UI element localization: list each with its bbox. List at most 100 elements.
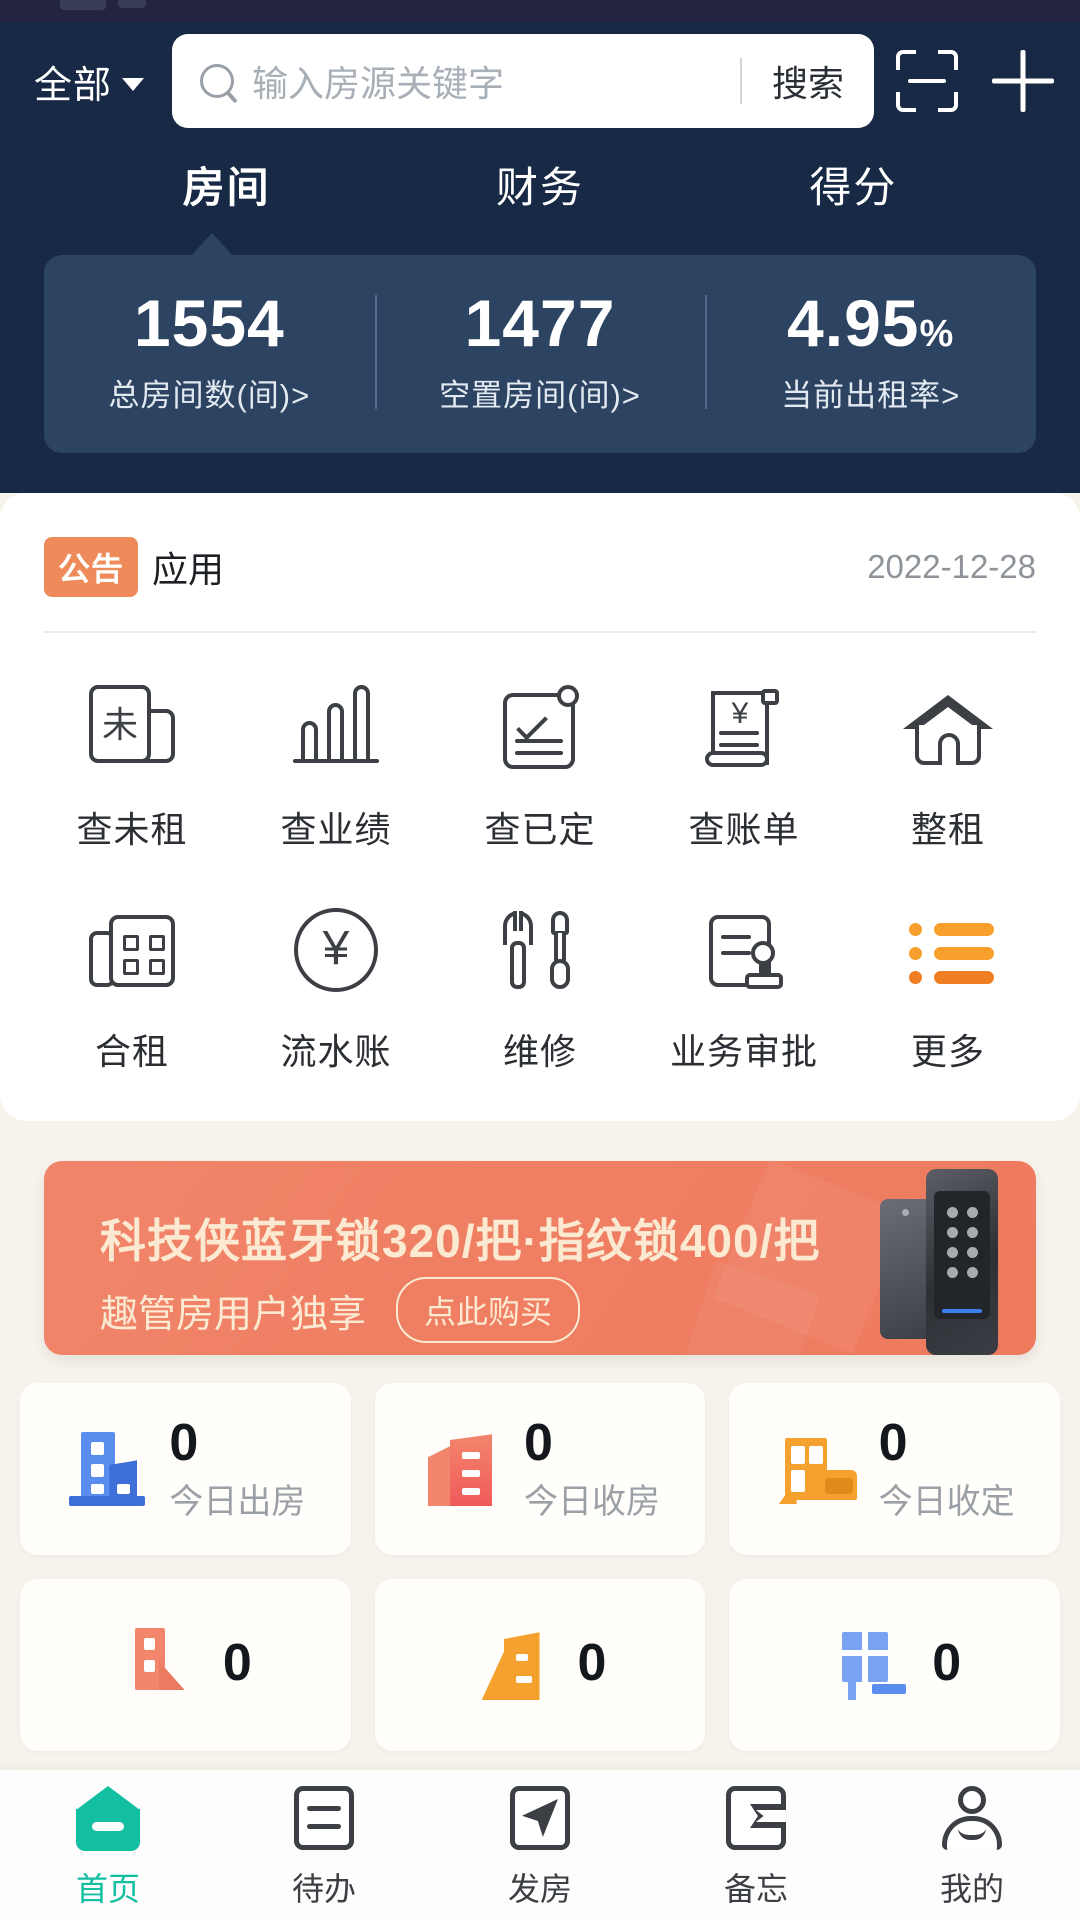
stat-label: 空置房间(间)> (439, 378, 641, 414)
shared-building-icon (85, 903, 179, 997)
app-item-bills[interactable]: ¥ 查账单 (642, 681, 846, 853)
smart-lock-image (880, 1169, 998, 1356)
app-header: 全部 输入房源关键字 搜索 房间 财务 得分 1554 总房间数(间)> 147… (0, 22, 1080, 494)
todo-list-icon (288, 1782, 360, 1854)
app-item-unrented[interactable]: 未 查未租 (30, 681, 234, 853)
bar-chart-icon (289, 681, 383, 775)
card-value: 0 (523, 1413, 553, 1472)
nav-item-publish[interactable]: 发房 (440, 1782, 640, 1910)
more-list-icon (901, 903, 995, 997)
bill-scroll-icon: ¥ (697, 681, 791, 775)
card-value: 0 (932, 1634, 962, 1692)
stat-card-deposit[interactable]: 0 今日收定 (729, 1383, 1060, 1556)
stat-total-rooms[interactable]: 1554 总房间数(间)> (44, 286, 375, 415)
stat-value: 4.95 (787, 286, 920, 360)
card-value: 0 (577, 1634, 607, 1692)
stats-pointer (190, 233, 234, 257)
app-label: 查未租 (76, 809, 188, 851)
app-label: 合租 (94, 1031, 169, 1073)
nav-item-home[interactable]: 首页 (8, 1782, 208, 1910)
status-bar (0, 0, 1080, 22)
card-value: 0 (878, 1413, 908, 1472)
app-grid: 未 查未租 查业绩 查已定 ¥ 查账单 整租 合租 ¥ 流水账 维修 业务审批 … (0, 633, 1080, 1075)
stats-panel: 1554 总房间数(间)> 1477 空置房间(间)> 4.95% 当前出租率> (44, 255, 1036, 454)
apps-card: 公告 应用 2022-12-28 未 查未租 查业绩 查已定 ¥ 查账单 整租 … (0, 493, 1080, 1122)
building-red-icon (420, 1426, 506, 1512)
stat-suffix: % (919, 313, 955, 355)
filter-label: 全部 (34, 64, 113, 107)
card-label: 今日收房 (523, 1483, 660, 1522)
nav-item-todo[interactable]: 待办 (224, 1782, 424, 1910)
stat-card-row2-2[interactable]: 0 (374, 1579, 706, 1752)
nav-label: 待办 (291, 1871, 356, 1907)
search-button[interactable]: 搜索 (742, 55, 874, 107)
top-bar: 全部 输入房源关键字 搜索 (0, 22, 1080, 140)
stat-occupancy-rate[interactable]: 4.95% 当前出租率> (705, 286, 1036, 415)
search-input[interactable]: 输入房源关键字 (234, 55, 740, 107)
app-label: 查业绩 (280, 809, 392, 851)
card-value: 0 (169, 1413, 199, 1472)
promo-banner-wrap: 科技侠蓝牙锁320/把·指纹锁400/把 趣管房用户独享 点此购买 (0, 1121, 1080, 1356)
stat-value: 1554 (133, 286, 285, 360)
building-sofa-orange-icon (775, 1426, 861, 1512)
announcement-badge: 公告 (44, 537, 139, 598)
banner-subtitle: 趣管房用户独享 (100, 1293, 367, 1336)
bottom-navigation: 首页 待办 发房 备忘 我的 (0, 1770, 1080, 1920)
promo-banner[interactable]: 科技侠蓝牙锁320/把·指纹锁400/把 趣管房用户独享 点此购买 (44, 1161, 1036, 1356)
add-button[interactable] (992, 50, 1054, 112)
tab-rooms[interactable]: 房间 (183, 154, 271, 229)
nav-label: 我的 (939, 1871, 1004, 1907)
building-blue2-icon (828, 1622, 914, 1708)
banner-title: 科技侠蓝牙锁320/把·指纹锁400/把 (100, 1215, 821, 1268)
app-item-more[interactable]: 更多 (846, 903, 1050, 1075)
home-icon (72, 1782, 144, 1854)
memo-flag-icon (720, 1782, 792, 1854)
stat-vacant-rooms[interactable]: 1477 空置房间(间)> (374, 288, 706, 415)
app-label: 流水账 (280, 1031, 392, 1073)
stats-panel-wrap: 1554 总房间数(间)> 1477 空置房间(间)> 4.95% 当前出租率> (44, 233, 1036, 454)
nav-item-memo[interactable]: 备忘 (656, 1782, 856, 1910)
tab-score[interactable]: 得分 (809, 154, 897, 229)
app-item-approval[interactable]: 业务审批 (642, 903, 846, 1075)
announcement-row[interactable]: 公告 应用 2022-12-28 (0, 493, 1080, 598)
scan-icon[interactable] (896, 50, 958, 112)
stat-card-row2-1[interactable]: 0 (20, 1579, 351, 1752)
building-red2-icon (119, 1622, 205, 1708)
banner-subrow: 趣管房用户独享 点此购买 (100, 1277, 581, 1344)
filter-dropdown[interactable]: 全部 (34, 54, 145, 109)
nav-label: 备忘 (723, 1871, 788, 1907)
app-label: 查已定 (484, 809, 596, 851)
building-orange2-icon (474, 1622, 560, 1708)
app-label: 整租 (910, 809, 985, 851)
app-item-reserved[interactable]: 查已定 (438, 681, 642, 853)
clipboard-check-icon (493, 681, 587, 775)
app-item-ledger[interactable]: ¥ 流水账 (234, 903, 438, 1075)
card-label: 今日出房 (169, 1483, 306, 1522)
banner-buy-button[interactable]: 点此购买 (396, 1277, 581, 1344)
stat-card-checkin[interactable]: 0 今日收房 (374, 1383, 706, 1556)
header-tabs: 房间 财务 得分 (0, 154, 1080, 229)
stat-card-row2-3[interactable]: 0 (729, 1579, 1060, 1752)
unrented-doc-icon: 未 (85, 681, 179, 775)
status-bar-chip-2 (118, 0, 146, 8)
app-item-whole-rent[interactable]: 整租 (846, 681, 1050, 853)
app-item-shared-rent[interactable]: 合租 (30, 903, 234, 1075)
card-label: 今日收定 (878, 1483, 1015, 1522)
search-box[interactable]: 输入房源关键字 搜索 (172, 34, 874, 128)
announcement-date: 2022-12-28 (867, 548, 1036, 586)
app-label: 查账单 (688, 809, 800, 851)
app-item-performance[interactable]: 查业绩 (234, 681, 438, 853)
app-label: 维修 (502, 1031, 577, 1073)
app-item-maintenance[interactable]: 维修 (438, 903, 642, 1075)
building-blue-icon (65, 1426, 151, 1512)
nav-item-mine[interactable]: 我的 (872, 1782, 1072, 1910)
nav-label: 首页 (75, 1871, 140, 1907)
app-label: 更多 (910, 1031, 985, 1073)
nav-label: 发房 (507, 1871, 572, 1907)
stat-label: 总房间数(间)> (108, 378, 311, 414)
stat-card-checkout[interactable]: 0 今日出房 (20, 1383, 351, 1556)
today-stats-grid: 0 今日出房 0 今日收房 0 今日收定 0 0 0 (0, 1355, 1080, 1752)
tab-finance[interactable]: 财务 (496, 154, 584, 229)
yen-circle-icon: ¥ (289, 903, 383, 997)
stat-label: 当前出租率> (781, 378, 961, 414)
